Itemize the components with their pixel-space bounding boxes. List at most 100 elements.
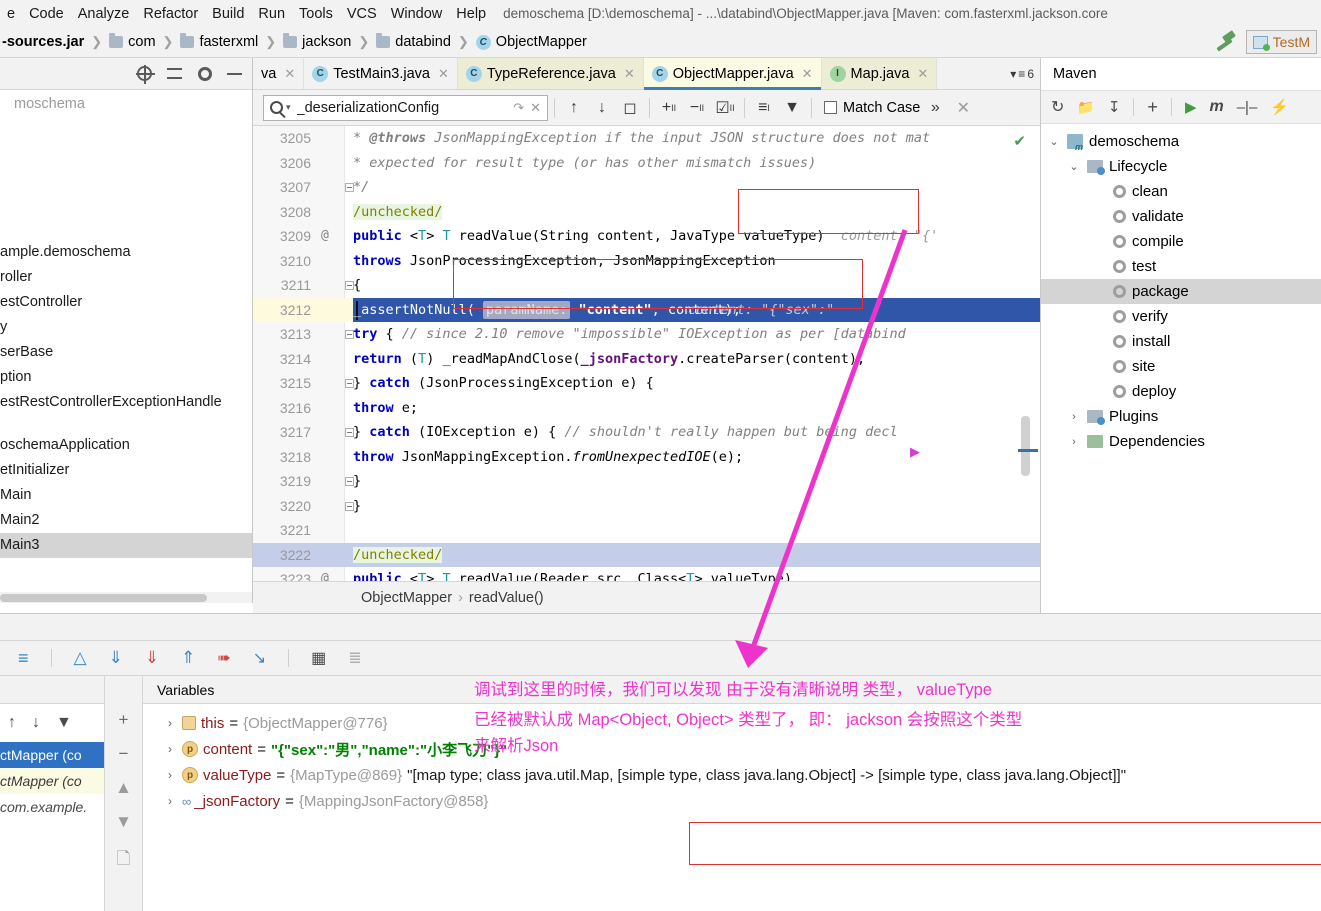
select-all-occurrences-icon[interactable]: ◻ bbox=[617, 95, 643, 121]
filter-icon[interactable]: ▼ bbox=[779, 95, 805, 121]
project-horizontal-scrollbar[interactable] bbox=[0, 592, 252, 603]
tree-item[interactable]: Main bbox=[0, 483, 252, 508]
variable-row-content[interactable]: › p content = "{"sex":"男","name":"小李飞刀"}" bbox=[143, 736, 1321, 762]
tree-item[interactable]: estRestControllerExceptionHandle bbox=[0, 390, 252, 415]
chevron-icon[interactable]: › bbox=[1067, 411, 1081, 423]
frame-row[interactable]: ctMapper (co bbox=[0, 768, 104, 794]
code-line[interactable]: 3220} bbox=[253, 494, 1040, 519]
tree-item[interactable]: roller bbox=[0, 265, 252, 290]
menu-item-code[interactable]: Code bbox=[22, 6, 71, 22]
code-line[interactable]: 3216 throw e; bbox=[253, 396, 1040, 421]
variable-row-this[interactable]: › this = {ObjectMapper@776} bbox=[143, 710, 1321, 736]
editor-tab-typereference[interactable]: C TypeReference.java ✕ bbox=[457, 58, 644, 89]
add-occurrence-icon[interactable]: + II bbox=[656, 95, 682, 121]
close-icon[interactable]: ✕ bbox=[624, 66, 635, 82]
close-icon[interactable]: ✕ bbox=[530, 100, 541, 116]
code-line[interactable]: 3217 } catch (IOException e) { // should… bbox=[253, 420, 1040, 445]
search-input[interactable]: ▾ _deserializationConfig ↷ ✕ bbox=[263, 94, 548, 121]
menu-item-window[interactable]: Window bbox=[384, 6, 450, 22]
variable-row-valueType[interactable]: › p valueType = {MapType@869} "[map type; cla… bbox=[143, 762, 1321, 788]
breadcrumb-jackson[interactable]: jackson bbox=[281, 33, 353, 50]
chevron-icon[interactable]: › bbox=[1067, 436, 1081, 448]
menu-item-analyze[interactable]: Analyze bbox=[71, 6, 137, 22]
filter-icon[interactable]: ▼ bbox=[56, 714, 72, 732]
remove-occurrence-icon[interactable]: − II bbox=[684, 95, 710, 121]
code-line[interactable]: 3215 } catch (JsonProcessingException e)… bbox=[253, 371, 1040, 396]
find-previous-icon[interactable]: ↑ bbox=[561, 95, 587, 121]
settings-icon[interactable]: ≣ bbox=[348, 648, 361, 668]
tab-overflow-button[interactable]: ▾ ≡ 6 bbox=[1004, 58, 1040, 89]
run-icon[interactable]: ▶ bbox=[1185, 98, 1197, 116]
collapse-all-icon[interactable] bbox=[166, 65, 184, 83]
code-line[interactable]: 3219 } bbox=[253, 469, 1040, 494]
chevron-right-icon[interactable]: › bbox=[163, 742, 177, 756]
code-line[interactable]: 3221 bbox=[253, 518, 1040, 543]
arrow-down-icon[interactable]: ↓ bbox=[32, 714, 40, 732]
menu-item-vcs[interactable]: VCS bbox=[340, 6, 384, 22]
reload-icon[interactable]: ↻ bbox=[1051, 97, 1064, 117]
build-hammer-icon[interactable] bbox=[1214, 32, 1236, 52]
tree-item[interactable]: ption bbox=[0, 365, 252, 390]
show-execution-point-icon[interactable]: △ bbox=[74, 648, 87, 668]
move-up-icon[interactable]: ▲ bbox=[115, 778, 132, 798]
maven-tree-item-package[interactable]: package bbox=[1041, 279, 1321, 304]
arrow-up-icon[interactable]: ↑ bbox=[8, 714, 16, 732]
find-next-icon[interactable]: ↓ bbox=[589, 95, 615, 121]
maven-tree-item-dependencies[interactable]: › Dependencies bbox=[1041, 429, 1321, 454]
add-maven-project-icon[interactable]: 📁 bbox=[1077, 99, 1094, 116]
breadcrumb-sources-jar[interactable]: -sources.jar bbox=[0, 34, 86, 50]
maven-tree-item-verify[interactable]: verify bbox=[1041, 304, 1321, 329]
remove-watch-icon[interactable]: − bbox=[119, 744, 129, 764]
maven-tree-item-validate[interactable]: validate bbox=[1041, 204, 1321, 229]
close-find-icon[interactable]: ✕ bbox=[950, 95, 976, 121]
breadcrumb-method[interactable]: readValue() bbox=[469, 590, 544, 606]
step-over-icon[interactable]: ⇓ bbox=[109, 648, 123, 668]
tree-item[interactable]: serBase bbox=[0, 340, 252, 365]
code-line[interactable]: 3213 try { // since 2.10 remove "impossi… bbox=[253, 322, 1040, 347]
add-watch-icon[interactable]: + bbox=[119, 710, 129, 730]
breadcrumb-fasterxml[interactable]: fasterxml bbox=[178, 33, 260, 50]
code-line[interactable]: 3208/unchecked/ bbox=[253, 200, 1040, 225]
code-line[interactable]: 3211 { bbox=[253, 273, 1040, 298]
code-line[interactable]: 3212 _assertNotNull( paramName: "content… bbox=[253, 297, 1040, 322]
code-line[interactable]: 3205 * @throws JsonMappingException if t… bbox=[253, 126, 1040, 151]
tree-item[interactable]: ample.demoschema bbox=[0, 240, 252, 265]
breadcrumb-com[interactable]: com bbox=[107, 33, 157, 50]
toggle-skip-tests-icon[interactable]: ‒|‒ bbox=[1237, 99, 1258, 116]
menu-item-help[interactable]: Help bbox=[449, 6, 493, 22]
download-sources-icon[interactable]: ↧ bbox=[1108, 98, 1121, 116]
run-to-cursor-icon[interactable]: ↘ bbox=[253, 648, 266, 668]
menu-item-e[interactable]: e bbox=[0, 6, 22, 22]
filter-lines-icon[interactable]: ≡ I bbox=[751, 95, 777, 121]
menu-item-run[interactable]: Run bbox=[251, 6, 292, 22]
execute-goal-icon[interactable]: ⚡ bbox=[1270, 98, 1289, 116]
editor-tab-va[interactable]: va ✕ bbox=[253, 58, 305, 89]
run-gutter-marker-icon[interactable]: ▶ bbox=[910, 444, 920, 460]
maven-tree-item-test[interactable]: test bbox=[1041, 254, 1321, 279]
move-down-icon[interactable]: ▼ bbox=[115, 812, 132, 832]
copy-icon[interactable]: 🗋 bbox=[117, 846, 131, 875]
frame-row[interactable]: ctMapper (co bbox=[0, 742, 104, 768]
step-into-icon[interactable]: ⇓ bbox=[145, 648, 159, 668]
menu-item-tools[interactable]: Tools bbox=[292, 6, 340, 22]
tree-item-selected[interactable]: Main3 bbox=[0, 533, 252, 558]
close-icon[interactable]: ✕ bbox=[917, 66, 928, 82]
locate-icon[interactable] bbox=[136, 65, 155, 84]
maven-tree-item-site[interactable]: site bbox=[1041, 354, 1321, 379]
chevron-down-icon[interactable]: ▾ bbox=[286, 102, 291, 113]
variable-row-jsonFactory[interactable]: › ∞ _jsonFactory = {MappingJsonFactory@858} bbox=[143, 788, 1321, 814]
chevron-icon[interactable]: ⌄ bbox=[1067, 160, 1081, 173]
tree-item[interactable]: Main2 bbox=[0, 508, 252, 533]
maven-tree-item-install[interactable]: install bbox=[1041, 329, 1321, 354]
history-icon[interactable]: ↷ bbox=[513, 100, 524, 116]
code-editor[interactable]: 3205 * @throws JsonMappingException if t… bbox=[253, 126, 1040, 581]
code-line[interactable]: 3214 return (T) _readMapAndClose(_jsonFa… bbox=[253, 347, 1040, 372]
force-step-into-icon[interactable]: ➠ bbox=[217, 648, 230, 668]
hide-icon[interactable] bbox=[226, 65, 244, 83]
code-line[interactable]: 3207 */ bbox=[253, 175, 1040, 200]
close-icon[interactable]: ✕ bbox=[802, 66, 813, 82]
breadcrumb-class[interactable]: ObjectMapper bbox=[361, 590, 452, 606]
maven-tree-item-lifecycle[interactable]: ⌄ Lifecycle bbox=[1041, 154, 1321, 179]
close-icon[interactable]: ✕ bbox=[438, 66, 449, 82]
step-out-icon[interactable]: ⇑ bbox=[181, 648, 195, 668]
